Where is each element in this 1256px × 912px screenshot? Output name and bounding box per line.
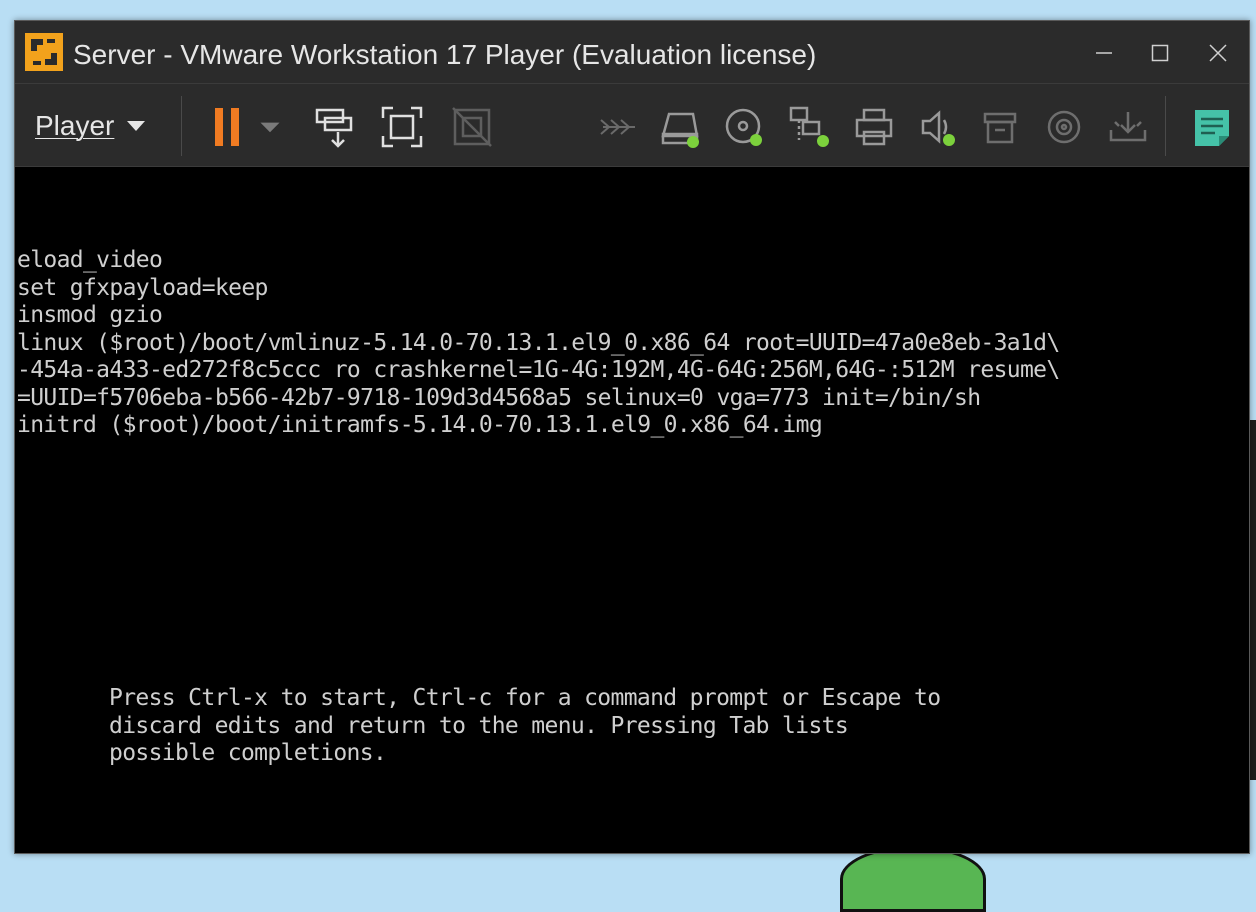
chevron-down-icon (260, 122, 280, 133)
fullscreen-button[interactable] (377, 102, 427, 152)
send-ctrl-alt-del-icon (315, 108, 353, 148)
toolbar-separator (181, 96, 182, 156)
fullscreen-icon (381, 106, 423, 148)
console-line: =UUID=f5706eba-b566-42b7-9718-109d3d4568… (17, 384, 981, 411)
close-button[interactable] (1191, 31, 1245, 75)
unity-icon (452, 107, 492, 147)
vmware-logo-icon (23, 31, 65, 73)
pause-button[interactable] (203, 102, 253, 152)
sound-card-button[interactable] (913, 102, 963, 152)
minimize-button[interactable] (1077, 31, 1131, 75)
console-line: initrd ($root)/boot/initramfs-5.14.0-70.… (17, 412, 823, 438)
grub-help-text: Press Ctrl-x to start, Ctrl-c for a comm… (109, 685, 941, 768)
network-adapter-icon (789, 106, 829, 147)
maximize-icon (1151, 44, 1169, 62)
help-line: Press Ctrl-x to start, Ctrl-c for a comm… (109, 685, 941, 711)
console-line: eload_video (17, 247, 163, 273)
console-line: linux ($root)/boot/vmlinuz-5.14.0-70.13.… (17, 329, 1060, 356)
desktop-background-shape (840, 846, 986, 912)
title-bar: Server - VMware Workstation 17 Player (E… (15, 21, 1249, 83)
console-line: insmod gzio (17, 302, 163, 328)
cd-dvd-icon (725, 108, 762, 146)
help-line: discard edits and return to the menu. Pr… (109, 712, 849, 739)
maximize-button[interactable] (1133, 31, 1187, 75)
camera-icon (1047, 110, 1081, 144)
notes-button[interactable] (1187, 102, 1237, 152)
hard-disk-button[interactable] (655, 102, 705, 152)
toolbar: Player (15, 83, 1249, 167)
pause-icon (215, 108, 239, 146)
toolbar-separator (1165, 96, 1166, 156)
minimize-icon (1096, 52, 1112, 54)
desktop-background-edge (1250, 420, 1256, 780)
install-tools-icon (1109, 112, 1147, 142)
power-dropdown-button[interactable] (255, 102, 285, 152)
window-title: Server - VMware Workstation 17 Player (E… (73, 39, 817, 70)
vm-console[interactable]: eload_video set gfxpayload=keep insmod g… (15, 167, 1249, 853)
send-ctrl-alt-del-button[interactable] (309, 102, 359, 152)
printer-button[interactable] (849, 102, 899, 152)
usb-button[interactable] (975, 102, 1025, 152)
close-icon (1209, 44, 1227, 62)
usb-icon (983, 112, 1017, 144)
chevron-down-icon (127, 121, 146, 131)
boot-entry-editor[interactable]: eload_video set gfxpayload=keep insmod g… (17, 247, 1060, 440)
connect-button[interactable] (593, 102, 643, 152)
cd-dvd-button[interactable] (719, 102, 769, 152)
console-line: set gfxpayload=keep (17, 274, 268, 301)
vmware-player-window: Server - VMware Workstation 17 Player (E… (14, 20, 1250, 854)
hard-disk-icon (661, 112, 699, 148)
unity-button[interactable] (447, 102, 497, 152)
network-adapter-button[interactable] (785, 102, 835, 152)
console-line: -454a-a433-ed272f8c5ccc ro crashkernel=1… (17, 357, 1060, 383)
sound-card-icon (921, 110, 955, 146)
connect-icon (600, 119, 635, 135)
player-menu-label: Player (35, 110, 115, 141)
printer-icon (855, 108, 893, 146)
notes-icon (1195, 110, 1229, 146)
install-tools-button[interactable] (1103, 102, 1153, 152)
player-menu-button[interactable]: Player (35, 106, 146, 146)
camera-button[interactable] (1039, 102, 1089, 152)
help-line: possible completions. (109, 740, 387, 766)
